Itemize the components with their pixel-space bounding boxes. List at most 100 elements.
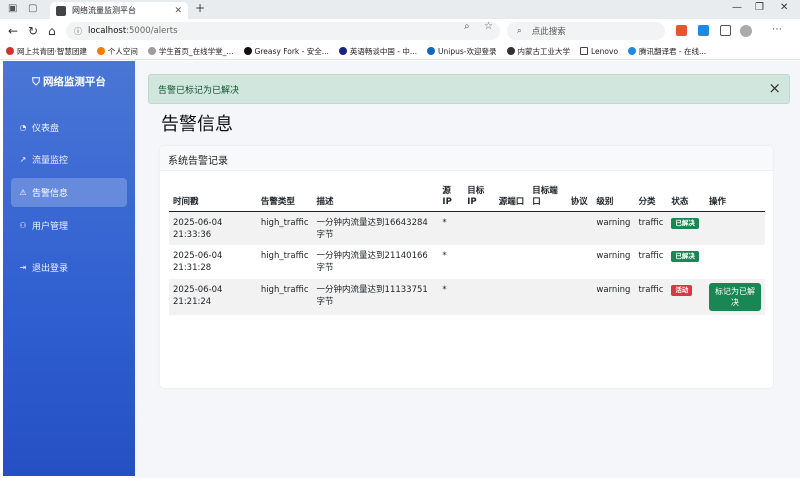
zoom-icon[interactable]: ⌕ <box>464 21 470 32</box>
bookmark-icon <box>243 47 252 55</box>
column-header: 目标端口 <box>528 183 567 212</box>
dst-port-cell <box>528 279 567 315</box>
dst-ip-cell <box>463 211 495 245</box>
action-cell: 标记为已解决 <box>704 279 765 315</box>
type-cell: high_traffic <box>256 211 313 245</box>
table-row: 2025-06-04 21:21:24 high_traffic 一分钟内流量达… <box>169 279 765 315</box>
bookmark[interactable]: 英语畅谈中国 - 中... <box>338 46 417 57</box>
bookmark[interactable]: Lenovo <box>580 47 618 56</box>
src-ip-cell: * <box>442 251 447 261</box>
workspaces-icon[interactable]: ▣ <box>8 3 17 14</box>
status-badge: 已解决 <box>671 217 699 229</box>
tab-actions-icon[interactable]: ▢ <box>28 3 37 14</box>
dst-port-cell <box>528 245 566 279</box>
minimize-icon[interactable]: — <box>732 2 742 13</box>
level-cell: warning <box>592 279 635 315</box>
extensions-icon[interactable] <box>720 25 731 36</box>
column-header: 源IP <box>438 183 464 212</box>
extension-icon[interactable] <box>698 25 709 36</box>
card-title: 系统告警记录 <box>160 146 773 171</box>
shield-icon: ⛉ <box>32 76 40 88</box>
maximize-icon[interactable]: ❐ <box>755 2 764 13</box>
column-header: 目标IP <box>463 183 495 212</box>
tab-title: 网络流量监测平台 <box>72 6 136 15</box>
bookmark-icon <box>338 47 347 55</box>
bookmark[interactable]: Greasy Fork - 安全... <box>243 46 329 57</box>
status-badge: 活动 <box>671 285 693 296</box>
address-toolbar: ← ↻ ⌂ ⓘ localhost:5000/alerts ⌕ ☆ ⌕ 点此搜索… <box>0 19 800 43</box>
column-header: 源端口 <box>494 183 529 212</box>
alerts-card: 系统告警记录 时间戳 告警类型 描述 源IP 目标IP 源端口 目标端口 协议 … <box>160 146 773 388</box>
type-cell: high_traffic <box>256 279 313 315</box>
src-port-cell <box>494 211 529 245</box>
dst-port-cell <box>528 211 567 245</box>
bookmark-icon <box>96 47 105 55</box>
src-port-cell <box>495 245 529 279</box>
favorite-star-icon[interactable]: ☆ <box>484 21 493 32</box>
protocol-cell <box>567 245 593 279</box>
level-cell: warning <box>596 251 631 261</box>
sidebar-item-users[interactable]: ⚇ 用户管理 <box>11 211 127 240</box>
speedometer-icon: ◔ <box>19 123 27 132</box>
sidebar-item-traffic[interactable]: ↗ 流量监控 <box>11 145 127 174</box>
protocol-cell <box>566 211 593 245</box>
close-icon[interactable]: × <box>768 79 781 97</box>
home-icon[interactable]: ⌂ <box>48 24 56 38</box>
dst-ip-cell <box>463 245 495 279</box>
extension-icon[interactable] <box>676 25 687 36</box>
column-header: 级别 <box>592 183 635 212</box>
more-menu-icon[interactable]: ⋯ <box>772 24 782 35</box>
bookmark[interactable]: 内蒙古工业大学 <box>506 46 570 57</box>
browser-tab[interactable]: 网络流量监测平台 ✕ <box>50 2 188 19</box>
url-path: :5000/alerts <box>126 26 178 36</box>
brand: ⛉ 网络监测平台 <box>3 74 135 89</box>
search-placeholder: 点此搜索 <box>531 27 566 37</box>
close-window-icon[interactable]: ✕ <box>780 2 788 13</box>
src-port-cell <box>494 279 529 315</box>
users-icon: ⚇ <box>19 221 27 230</box>
sidebar-item-dashboard[interactable]: ◔ 仪表盘 <box>11 113 127 142</box>
column-header: 时间戳 <box>169 183 257 212</box>
new-tab-icon[interactable]: + <box>195 1 205 15</box>
flash-message: 告警已标记为已解决 <box>158 85 240 96</box>
profile-avatar-icon[interactable] <box>740 25 752 37</box>
sidebar-item-alerts[interactable]: ⚠ 告警信息 <box>11 178 127 207</box>
warning-icon: ⚠ <box>19 188 27 197</box>
graph-icon: ↗ <box>19 155 27 164</box>
search-input[interactable]: ⌕ 点此搜索 <box>507 22 665 40</box>
dst-ip-cell <box>463 279 495 315</box>
url-field[interactable]: ⓘ localhost:5000/alerts <box>66 22 500 40</box>
back-icon[interactable]: ← <box>8 24 18 38</box>
url-host: localhost <box>88 26 127 36</box>
bookmark-icon <box>147 47 156 55</box>
column-header: 状态 <box>667 183 705 212</box>
bookmark-icon <box>506 47 515 55</box>
category-cell: traffic <box>638 251 664 261</box>
bookmark[interactable]: 学生首页_在线学堂_... <box>147 46 234 57</box>
table-row: 2025-06-04 21:33:36 high_traffic 一分钟内流量达… <box>169 211 765 245</box>
bookmark[interactable]: 腾讯翻译君 - 在线... <box>628 46 706 57</box>
site-info-icon[interactable]: ⓘ <box>74 26 82 37</box>
flash-alert: 告警已标记为已解决 × <box>148 74 790 104</box>
bookmark[interactable]: 个人空间 <box>96 46 138 57</box>
bookmarks-bar: 网上共青团·智慧团建 个人空间 学生首页_在线学堂_... Greasy For… <box>0 43 800 60</box>
main-content: 告警已标记为已解决 × 告警信息 系统告警记录 时间戳 告警类型 描述 源IP … <box>135 61 800 478</box>
brand-title: 网络监测平台 <box>42 76 106 88</box>
column-header: 描述 <box>312 183 439 212</box>
reload-icon[interactable]: ↻ <box>28 24 38 38</box>
sidebar: ⛉ 网络监测平台 ◔ 仪表盘 ↗ 流量监控 ⚠ 告警信息 ⚇ 用户管理 ⇥ 退出登… <box>3 61 135 476</box>
timestamp-cell: 2025-06-04 21:31:28 <box>173 251 223 273</box>
bookmark-icon <box>628 47 637 55</box>
mark-resolved-button[interactable]: 标记为已解决 <box>708 283 761 311</box>
bookmark[interactable]: 网上共青团·智慧团建 <box>6 46 87 57</box>
status-cell: 已解决 <box>667 211 705 245</box>
category-cell: traffic <box>634 279 668 315</box>
sidebar-item-logout[interactable]: ⇥ 退出登录 <box>11 253 127 282</box>
bookmark[interactable]: Unipus-欢迎登录 <box>427 46 497 57</box>
level-cell: warning <box>592 211 635 245</box>
table-header-row: 时间戳 告警类型 描述 源IP 目标IP 源端口 目标端口 协议 级别 分类 状… <box>169 183 765 212</box>
tab-close-icon[interactable]: ✕ <box>174 6 182 16</box>
search-icon: ⌕ <box>517 26 522 36</box>
bookmark-icon <box>6 47 14 55</box>
status-badge: 已解决 <box>671 251 699 262</box>
